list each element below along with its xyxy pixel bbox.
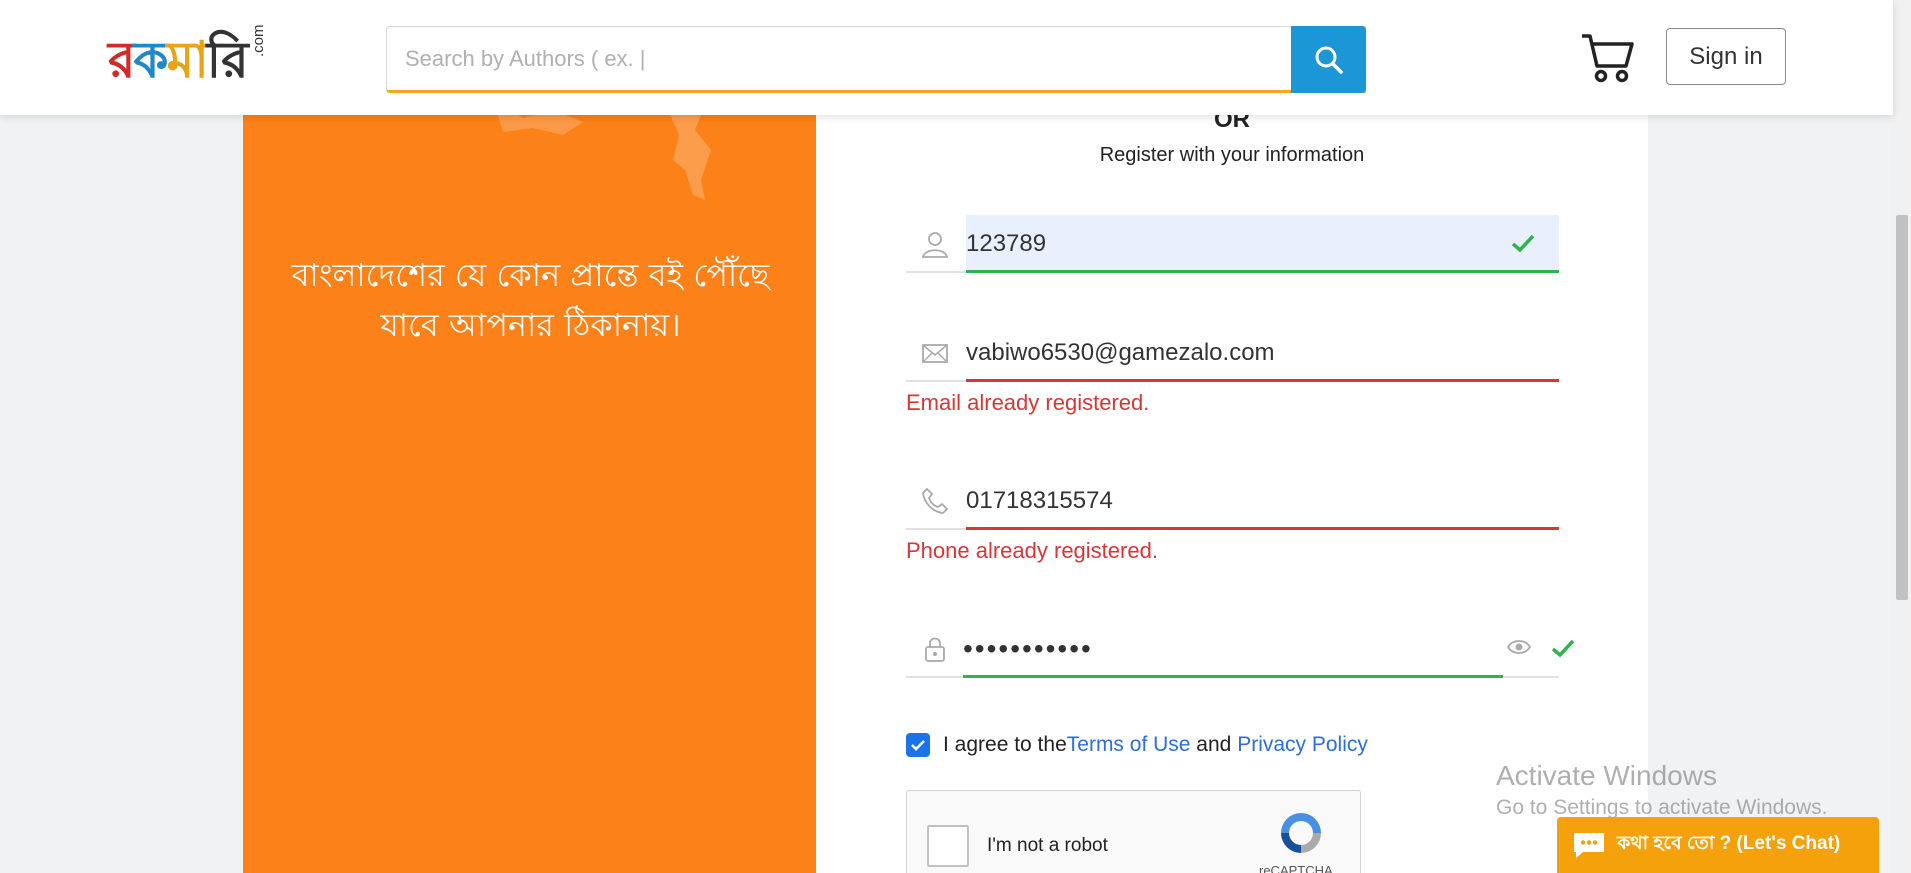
phone-input[interactable]: 01718315574 [966,472,1559,530]
chat-button[interactable]: কথা হবে তো ? (Let's Chat) [1557,817,1879,873]
name-input[interactable]: 123789 [966,215,1559,273]
search-icon [1315,46,1343,74]
agree-prefix: I agree to the [943,733,1067,756]
phone-field: 01718315574 [906,472,1559,530]
bangladesh-map-graphic [493,100,711,200]
name-field: 123789 [906,215,1559,273]
lock-icon [925,637,945,662]
email-field-underline [966,379,1559,382]
check-icon [1511,234,1535,253]
privacy-link[interactable]: Privacy Policy [1237,733,1368,757]
search-button[interactable] [1291,26,1366,93]
phone-field-underline [966,527,1559,530]
activate-windows-watermark: Activate Windows Go to Settings to activ… [1496,760,1828,820]
envelope-icon [922,344,948,363]
scrollbar-thumb[interactable] [1896,215,1908,600]
promo-panel: বাংলাদেশের যে কোন প্রান্তে বই পৌঁছে যাবে… [243,100,816,873]
terms-agreement: I agree to the Terms of Use and Privacy … [906,733,1368,757]
logo-suffix: .com [250,24,267,57]
recaptcha-logo-icon [1281,813,1321,853]
search-box [386,26,1366,93]
checkbox-check-icon [911,740,925,751]
name-field-underline [966,270,1559,273]
password-field-underline [963,675,1503,678]
site-logo[interactable]: রকমারি .com [108,24,273,92]
email-field: vabiwo6530@gamezalo.com [906,324,1559,382]
agree-checkbox[interactable] [906,733,930,757]
cart-icon [1582,34,1634,83]
register-subtitle: Register with your information [1099,144,1365,166]
recaptcha-label: I'm not a robot [987,835,1108,856]
sign-in-button[interactable]: Sign in [1666,28,1786,85]
check-icon [1551,639,1575,658]
promo-tagline: বাংলাদেশের যে কোন প্রান্তে বই পৌঁছে যাবে… [291,256,770,344]
logo-text: রকমারি [108,30,249,89]
phone-error: Phone already registered. [906,538,1158,563]
agree-and: and [1190,733,1238,756]
recaptcha-brand: reCAPTCHA [1259,863,1333,873]
password-field: ••••••••••• [906,620,1575,678]
email-input[interactable]: vabiwo6530@gamezalo.com [966,324,1559,382]
phone-icon [922,488,948,514]
email-error: Email already registered. [906,390,1150,415]
recaptcha-checkbox[interactable] [927,825,969,867]
register-panel: OR Register with your information 123789… [816,100,1648,873]
chat-bubble-icon [1574,833,1604,858]
recaptcha-widget: I'm not a robot reCAPTCHA [906,790,1361,873]
terms-link[interactable]: Terms of Use [1067,733,1191,757]
password-input[interactable]: ••••••••••• [963,620,1556,678]
activate-title: Activate Windows [1496,760,1717,791]
chat-label: কথা হবে তো ? (Let's Chat) [1617,833,1841,854]
site-header: রকমারি .com Sign in [0,0,1893,115]
user-icon [921,232,949,258]
search-input[interactable] [387,27,1365,90]
cart-button[interactable] [1580,30,1636,84]
eye-icon[interactable] [1507,638,1531,656]
